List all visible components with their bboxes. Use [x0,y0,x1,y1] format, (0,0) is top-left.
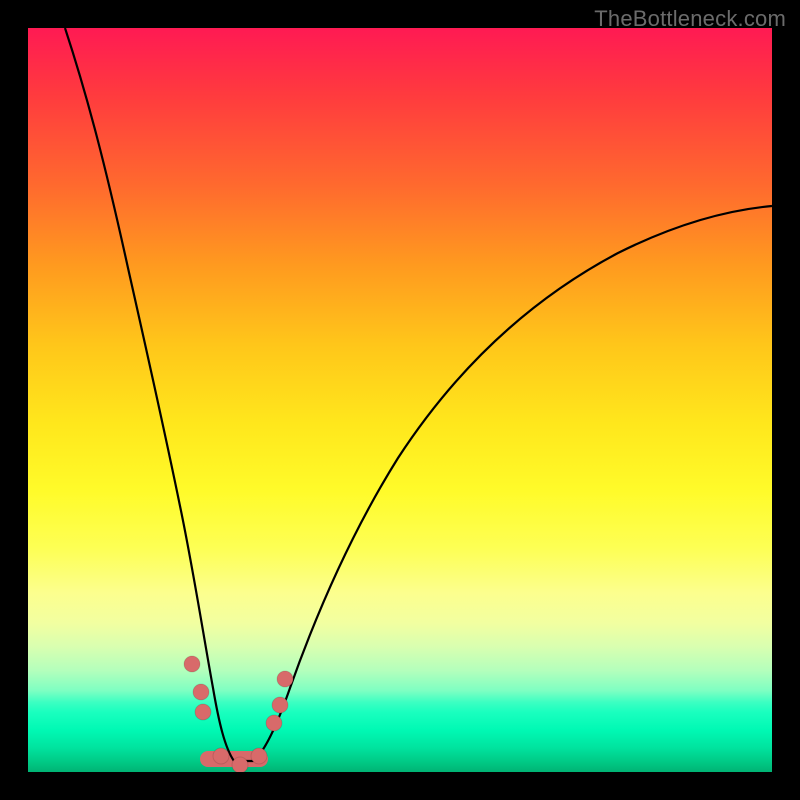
chart-frame: TheBottleneck.com [0,0,800,800]
curve-layer [28,28,772,772]
plot-area [28,28,772,772]
watermark-text: TheBottleneck.com [594,6,786,32]
bottleneck-curve [65,28,772,761]
